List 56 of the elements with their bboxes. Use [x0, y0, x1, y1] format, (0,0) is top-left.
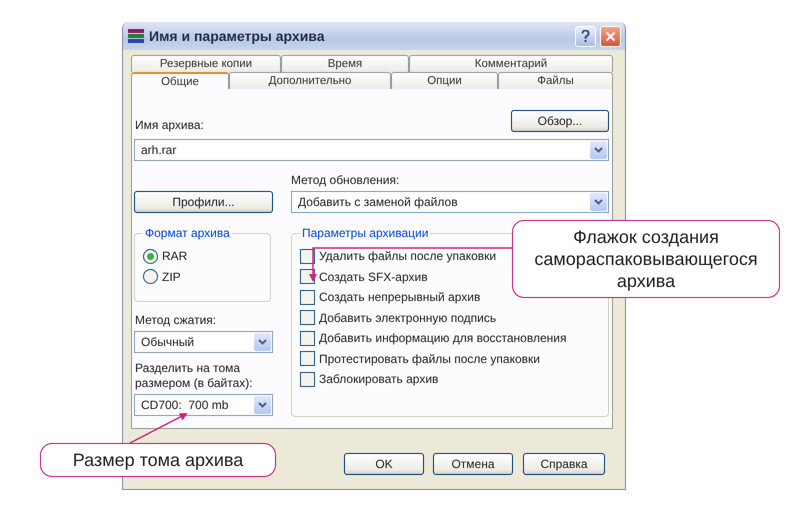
caret-icon	[594, 147, 603, 153]
caret-icon	[258, 402, 267, 408]
checkbox[interactable]	[300, 310, 315, 326]
checkbox-label: Добавить электронную подпись	[319, 310, 496, 325]
field-label: Разделить на тома размером (в байтах):	[135, 361, 254, 391]
browse-button[interactable]: Обзор...	[511, 110, 609, 132]
radio-button[interactable]	[143, 269, 158, 284]
checkbox-label: Создать SFX-архив	[319, 270, 428, 284]
callout: Размер тома архива	[40, 443, 276, 477]
help-dialog-button[interactable]: Справка	[523, 453, 605, 475]
caret-icon	[594, 199, 603, 205]
help-icon	[581, 30, 590, 42]
group-title: Параметры архивации	[301, 226, 430, 240]
books-icon	[127, 28, 145, 44]
profiles-button[interactable]: Профили...	[134, 191, 273, 213]
tab[interactable]: Дополнительно	[229, 72, 391, 89]
tab[interactable]: Резервные копии	[131, 55, 281, 72]
tab[interactable]: Общие	[131, 72, 229, 89]
tab[interactable]: Комментарий	[409, 55, 613, 72]
caret-icon	[258, 339, 267, 345]
dropdown[interactable]: arh.rar	[134, 139, 609, 161]
checkbox-label: Создать непрерывный архив	[319, 290, 480, 304]
checkbox[interactable]	[300, 330, 315, 346]
radio-label: RAR	[162, 249, 188, 264]
dropdown-arrow-button[interactable]	[254, 333, 271, 351]
group-title: Формат архива	[144, 226, 231, 240]
ok-button[interactable]: OK	[344, 453, 424, 475]
close-icon	[605, 30, 616, 42]
dropdown[interactable]: Добавить с заменой файлов	[291, 191, 609, 213]
leader-line	[130, 413, 188, 444]
window-title: Имя и параметры архива	[149, 28, 326, 44]
field-label: Метод сжатия:	[135, 313, 216, 327]
radio-button[interactable]	[143, 248, 158, 264]
dropdown-arrow-button[interactable]	[590, 193, 607, 211]
help-button[interactable]	[575, 26, 596, 46]
dropdown[interactable]: Обычный	[134, 331, 273, 353]
cancel-button[interactable]: Отмена	[433, 453, 513, 475]
tab[interactable]: Время	[281, 55, 409, 72]
checkbox-label: Удалить файлы после упаковки	[319, 249, 496, 264]
checkbox-label: Добавить информацию для восстановления	[319, 331, 566, 346]
close-button[interactable]	[600, 26, 621, 46]
callout: Флажок создания самораспаковывающегося архива	[512, 220, 780, 298]
checkbox[interactable]	[300, 372, 315, 387]
checkbox-label: Протестировать файлы после упаковки	[319, 352, 540, 366]
field-label: Метод обновления:	[291, 173, 400, 187]
field-label: Имя архива:	[135, 118, 204, 132]
tab[interactable]: Файлы	[498, 72, 613, 89]
dropdown-arrow-button[interactable]	[254, 396, 271, 414]
tab[interactable]: Опции	[391, 72, 498, 89]
checkbox-label: Заблокировать архив	[319, 372, 438, 386]
checkbox[interactable]	[300, 351, 315, 366]
radio-label: ZIP	[162, 270, 181, 284]
checkbox[interactable]	[300, 290, 315, 305]
dropdown[interactable]: CD700: 700 mb	[134, 394, 273, 416]
dropdown-arrow-button[interactable]	[590, 141, 607, 159]
checkbox[interactable]	[300, 248, 315, 264]
